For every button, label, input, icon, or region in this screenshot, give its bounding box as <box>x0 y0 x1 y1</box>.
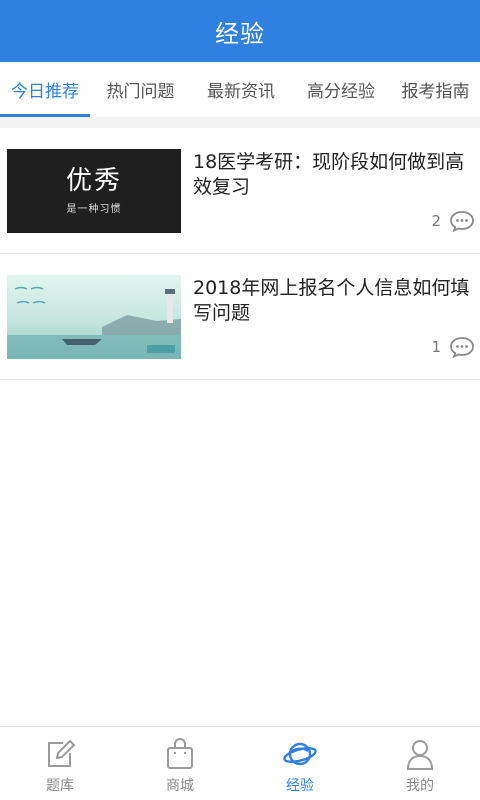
comment-count: 2 <box>431 212 441 230</box>
tab-exam-guide[interactable]: 报考指南 <box>391 62 480 117</box>
thumbnail-subline: 是一种习惯 <box>66 203 122 215</box>
nav-item-mall[interactable]: 商城 <box>120 727 240 800</box>
article-title: 18医学考研：现阶段如何做到高效复习 <box>193 151 465 198</box>
tab-label: 高分经验 <box>307 82 375 102</box>
tab-latest-news[interactable]: 最新资讯 <box>191 62 291 117</box>
comment-count-area[interactable]: 1 <box>431 336 475 358</box>
nav-item-question-bank[interactable]: 题库 <box>0 727 120 800</box>
category-tabs: 今日推荐 热门问题 最新资讯 高分经验 报考指南 <box>0 62 480 118</box>
user-icon <box>406 740 434 770</box>
section-divider <box>0 118 480 128</box>
tab-high-score-experience[interactable]: 高分经验 <box>291 62 391 117</box>
edit-icon <box>48 739 76 767</box>
nav-item-mine[interactable]: 我的 <box>360 727 480 800</box>
list-item[interactable]: 优秀 是一种习惯 18医学考研：现阶段如何做到高效复习 2 <box>0 128 480 254</box>
comment-count-area[interactable]: 2 <box>431 210 475 232</box>
article-thumbnail <box>7 275 181 359</box>
article-thumbnail: 优秀 是一种习惯 <box>7 149 181 233</box>
article-title: 2018年网上报名个人信息如何填写问题 <box>193 277 470 324</box>
comment-count: 1 <box>431 338 441 356</box>
nav-label: 我的 <box>406 778 434 794</box>
nav-label: 题库 <box>46 778 74 794</box>
bottom-navigation: 题库 商城 经验 我的 <box>0 726 480 800</box>
nav-label: 经验 <box>286 778 314 794</box>
comment-bubble-icon <box>450 337 474 358</box>
comment-bubble-icon <box>450 211 474 232</box>
tab-label: 最新资讯 <box>207 82 275 102</box>
lighthouse-scene-image <box>7 275 181 359</box>
tab-today-recommend[interactable]: 今日推荐 <box>0 62 90 117</box>
page-title: 经验 <box>215 19 265 48</box>
planet-icon <box>283 742 317 766</box>
nav-item-experience[interactable]: 经验 <box>240 727 360 800</box>
thumbnail-headline: 优秀 <box>65 165 122 196</box>
app-header: 经验 <box>0 0 480 62</box>
shopping-bag-icon <box>167 738 193 769</box>
tab-hot-questions[interactable]: 热门问题 <box>90 62 191 117</box>
tab-label: 热门问题 <box>106 82 175 102</box>
tab-label: 今日推荐 <box>11 82 79 102</box>
tab-label: 报考指南 <box>401 82 470 102</box>
list-item[interactable]: 2018年网上报名个人信息如何填写问题 1 <box>0 254 480 380</box>
article-list: 优秀 是一种习惯 18医学考研：现阶段如何做到高效复习 2 2018年网上报名个… <box>0 128 480 380</box>
nav-label: 商城 <box>166 778 194 794</box>
